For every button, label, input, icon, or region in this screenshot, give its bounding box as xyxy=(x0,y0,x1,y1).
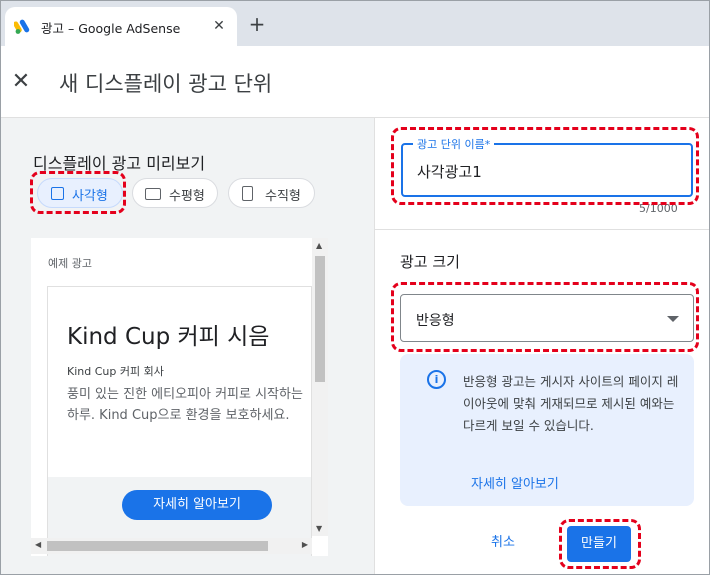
vertical-scrollbar[interactable]: ▲ ▼ xyxy=(312,238,328,536)
ad-headline: Kind Cup 커피 시음 xyxy=(67,324,270,350)
scroll-left-icon[interactable]: ◀ xyxy=(35,540,41,549)
divider xyxy=(375,229,709,230)
new-tab-button[interactable]: + xyxy=(245,12,269,36)
ad-unit-name-input[interactable]: 사각광고1 xyxy=(417,161,482,182)
ad-company: Kind Cup 커피 회사 xyxy=(67,365,164,378)
shape-chip-horizontal[interactable]: 수평형 xyxy=(132,178,218,208)
learn-more-link[interactable]: 자세히 알아보기 xyxy=(471,473,559,492)
horizontal-scrollbar[interactable]: ◀ ▶ xyxy=(31,538,312,554)
preview-pane: 디스플레이 광고 미리보기 사각형 수평형 수직형 예제 광고 Kind Cup… xyxy=(1,118,374,574)
page-header: ✕ 새 디스플레이 광고 단위 xyxy=(1,46,709,118)
shape-chip-square[interactable]: 사각형 xyxy=(37,178,123,208)
create-button[interactable]: 만들기 xyxy=(567,526,631,562)
horizontal-scroll-thumb[interactable] xyxy=(47,541,268,551)
scroll-up-icon[interactable]: ▲ xyxy=(316,241,322,250)
adsense-logo-icon xyxy=(13,18,32,34)
char-counter: 5/1000 xyxy=(639,202,678,215)
ad-unit-name-field[interactable]: 광고 단위 이름* 사각광고1 xyxy=(401,136,693,197)
shape-chip-label: 수직형 xyxy=(265,189,301,204)
scroll-right-icon[interactable]: ▶ xyxy=(302,540,308,549)
shape-chip-vertical[interactable]: 수직형 xyxy=(228,178,315,208)
preview-title: 디스플레이 광고 미리보기 xyxy=(33,154,206,173)
ad-learn-more-button[interactable]: 자세히 알아보기 xyxy=(122,490,272,520)
square-icon xyxy=(51,187,64,200)
page-title: 새 디스플레이 광고 단위 xyxy=(59,72,273,96)
browser-tab-strip: 광고 – Google AdSense ✕ + xyxy=(1,1,709,46)
sample-ad-card: Kind Cup 커피 시음 Kind Cup 커피 회사 풍미 있는 진한 에… xyxy=(47,286,312,556)
ad-body: 풍미 있는 진한 에티오피아 커피로 시작하는 하루. Kind Cup으로 환… xyxy=(67,387,303,423)
vertical-scroll-thumb[interactable] xyxy=(315,256,325,382)
sample-ad-label: 예제 광고 xyxy=(48,257,92,270)
browser-tab[interactable]: 광고 – Google AdSense ✕ xyxy=(5,7,237,46)
shape-chip-label: 사각형 xyxy=(72,189,108,204)
tab-close-icon[interactable]: ✕ xyxy=(209,16,229,36)
cancel-button[interactable]: 취소 xyxy=(491,531,515,550)
close-icon[interactable]: ✕ xyxy=(9,70,33,94)
vertical-rect-icon xyxy=(242,186,253,201)
responsive-info-box: i 반응형 광고는 게시자 사이트의 페이지 레이아웃에 맞춰 게재되므로 제시… xyxy=(400,354,694,506)
ad-preview-box: 예제 광고 Kind Cup 커피 시음 Kind Cup 커피 회사 풍미 있… xyxy=(31,238,328,556)
horizontal-rect-icon xyxy=(145,188,161,200)
info-icon: i xyxy=(427,370,446,389)
info-text: 반응형 광고는 게시자 사이트의 페이지 레이아웃에 맞춰 게재되므로 제시된 … xyxy=(463,374,679,433)
scroll-down-icon[interactable]: ▼ xyxy=(316,524,322,533)
settings-pane: 광고 단위 이름* 사각광고1 5/1000 광고 크기 반응형 i 반응형 광… xyxy=(374,118,709,574)
shape-chip-label: 수평형 xyxy=(169,189,205,204)
ad-unit-name-label: 광고 단위 이름* xyxy=(413,136,495,152)
ad-size-value: 반응형 xyxy=(416,313,455,329)
tab-title: 광고 – Google AdSense xyxy=(41,21,181,36)
window: 광고 – Google AdSense ✕ + ✕ 새 디스플레이 광고 단위 … xyxy=(0,0,710,575)
ad-size-title: 광고 크기 xyxy=(400,253,460,271)
ad-size-select[interactable]: 반응형 xyxy=(400,294,694,342)
dropdown-caret-icon xyxy=(667,316,679,322)
